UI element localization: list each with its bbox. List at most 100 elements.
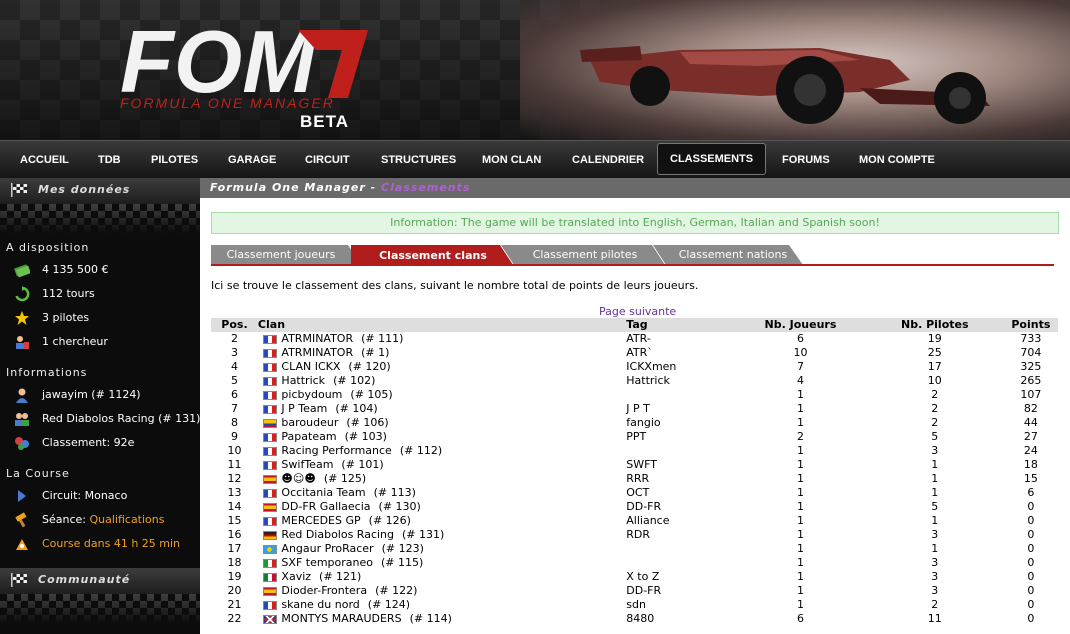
cell-nb-pilotes: 3 [931,444,939,457]
clan-name[interactable]: ☻☺☻ [281,472,315,485]
clan-name[interactable]: SXF temporaneo [281,556,373,569]
breadcrumb-home[interactable]: Formula One Manager [210,181,366,194]
sidebar: Mes données A disposition 4 135 500 € 11… [0,178,200,634]
tab-classement-pilotes[interactable]: Classement pilotes [511,245,659,265]
clan-name[interactable]: J P Team [281,402,327,415]
cell-nb-joueurs: 1 [796,388,804,401]
seance-value: Séance: Qualifications [42,511,165,529]
cell-nb-joueurs: 10 [793,346,808,359]
country-flag-icon [262,516,277,526]
ranking-icon [15,437,29,450]
cell-clan[interactable]: ATRMINATOR (# 111) [281,332,626,346]
clan-name[interactable]: skane du nord [281,598,359,611]
tab-classement-joueurs[interactable]: Classement joueurs [211,245,351,265]
cell-clan[interactable]: picbydoum (# 105) [281,388,626,402]
cell-clan[interactable]: SwifTeam (# 101) [281,458,626,472]
cell-clan[interactable]: CLAN ICKX (# 120) [281,360,626,374]
nav-classements[interactable]: CLASSEMENTS [657,143,767,175]
cell-points: 265 [1020,374,1042,387]
clan-name[interactable]: MERCEDES GP [281,514,360,527]
clan-name[interactable]: Racing Performance [281,444,391,457]
header-tag: Tag [626,318,736,332]
tab-classement-clans[interactable]: Classement clans [361,246,505,266]
country-flag-icon [262,348,277,358]
cell-nb-joueurs: 1 [796,500,804,513]
cell-points: 44 [1023,416,1038,429]
nav-forums[interactable]: FORUMS [782,148,830,172]
clan-name[interactable]: ATRMINATOR [281,346,353,359]
nav-circuit[interactable]: CIRCUIT [305,148,350,172]
team-value[interactable]: Red Diabolos Racing (# 131) [42,410,200,428]
clan-name[interactable]: picbydoum [281,388,342,401]
cell-points: 0 [1027,598,1035,611]
cell-tag: sdn [626,598,646,611]
clan-name[interactable]: Dioder-Frontera [281,584,367,597]
tab-classement-nations[interactable]: Classement nations [663,245,803,265]
cell-clan[interactable]: Xaviz (# 121) [281,570,626,584]
clan-number: (# 112) [399,444,443,457]
nav-tdb[interactable]: TDB [98,148,121,172]
nav-mon-clan[interactable]: MON CLAN [482,148,541,172]
clan-number: (# 125) [323,472,367,485]
nav-pilotes[interactable]: PILOTES [151,148,198,172]
money-icon [14,264,30,278]
cell-clan[interactable]: Angaur ProRacer (# 123) [281,542,626,556]
clan-name[interactable]: baroudeur [281,416,338,429]
checker-strip-fade [0,204,200,234]
clan-name[interactable]: Red Diabolos Racing [281,528,394,541]
clan-name[interactable]: MONTYS MARAUDERS [281,612,401,625]
cell-points: 0 [1027,514,1035,527]
cell-points: 107 [1020,388,1042,401]
cell-clan[interactable]: DD-FR Gallaecia (# 130) [281,500,626,514]
cell-flag [258,570,282,584]
user-value[interactable]: jawayim (# 1124) [42,386,141,404]
cell-clan[interactable]: Racing Performance (# 112) [281,444,626,458]
table-row: 21 skane du nord (# 124) sdn 1 2 0 [211,598,1058,612]
cell-pos: 4 [230,360,238,373]
clan-name[interactable]: CLAN ICKX [281,360,340,373]
cell-clan[interactable]: skane du nord (# 124) [281,598,626,612]
cell-clan[interactable]: MONTYS MARAUDERS (# 114) [281,612,626,626]
cell-clan[interactable]: Papateam (# 103) [281,430,626,444]
cell-nb-pilotes: 1 [931,514,939,527]
next-page-link[interactable]: Page suivante [599,305,676,318]
clan-name[interactable]: Xaviz [281,570,311,583]
cell-clan[interactable]: J P Team (# 104) [281,402,626,416]
clan-name[interactable]: Papateam [281,430,336,443]
cell-clan[interactable]: Dioder-Frontera (# 122) [281,584,626,598]
cell-nb-pilotes: 1 [931,472,939,485]
clan-name[interactable]: ATRMINATOR [281,332,353,345]
cell-clan[interactable]: SXF temporaneo (# 115) [281,556,626,570]
cell-clan[interactable]: Red Diabolos Racing (# 131) [281,528,626,542]
seance-session[interactable]: Qualifications [89,513,164,526]
fom-logo: FOM FORMULA ONE MANAGER [120,20,368,111]
cell-flag [258,430,282,444]
cell-flag [258,612,282,626]
nav-structures[interactable]: STRUCTURES [381,148,456,172]
cell-clan[interactable]: Hattrick (# 102) [281,374,626,388]
nav-accueil[interactable]: ACCUEIL [20,148,69,172]
table-row: 10 Racing Performance (# 112) 1 3 24 [211,444,1058,458]
cell-pos: 12 [227,472,242,485]
nav-mon-compte[interactable]: MON COMPTE [859,148,935,172]
clan-name[interactable]: DD-FR Gallaecia [281,500,370,513]
cell-clan[interactable]: MERCEDES GP (# 126) [281,514,626,528]
cell-nb-pilotes: 1 [931,542,939,555]
clan-name[interactable]: SwifTeam [281,458,333,471]
country-flag-icon [262,488,277,498]
clan-name[interactable]: Angaur ProRacer [281,542,373,555]
country-flag-icon [262,432,277,442]
cell-nb-joueurs: 1 [796,472,804,485]
nav-calendrier[interactable]: CALENDRIER [572,148,644,172]
nav-garage[interactable]: GARAGE [228,148,276,172]
cell-clan[interactable]: baroudeur (# 106) [281,416,626,430]
clan-name[interactable]: Hattrick [281,374,325,387]
cell-pos: 13 [227,486,242,499]
cell-clan[interactable]: Occitania Team (# 113) [281,486,626,500]
cell-nb-pilotes: 1 [931,486,939,499]
cell-clan[interactable]: ☻☺☻ (# 125) [281,472,626,486]
table-row: 17 Angaur ProRacer (# 123) 1 1 0 [211,542,1058,556]
clan-name[interactable]: Occitania Team [281,486,365,499]
table-row: 15 MERCEDES GP (# 126) Alliance 1 1 0 [211,514,1058,528]
cell-clan[interactable]: ATRMINATOR (# 1) [281,346,626,360]
